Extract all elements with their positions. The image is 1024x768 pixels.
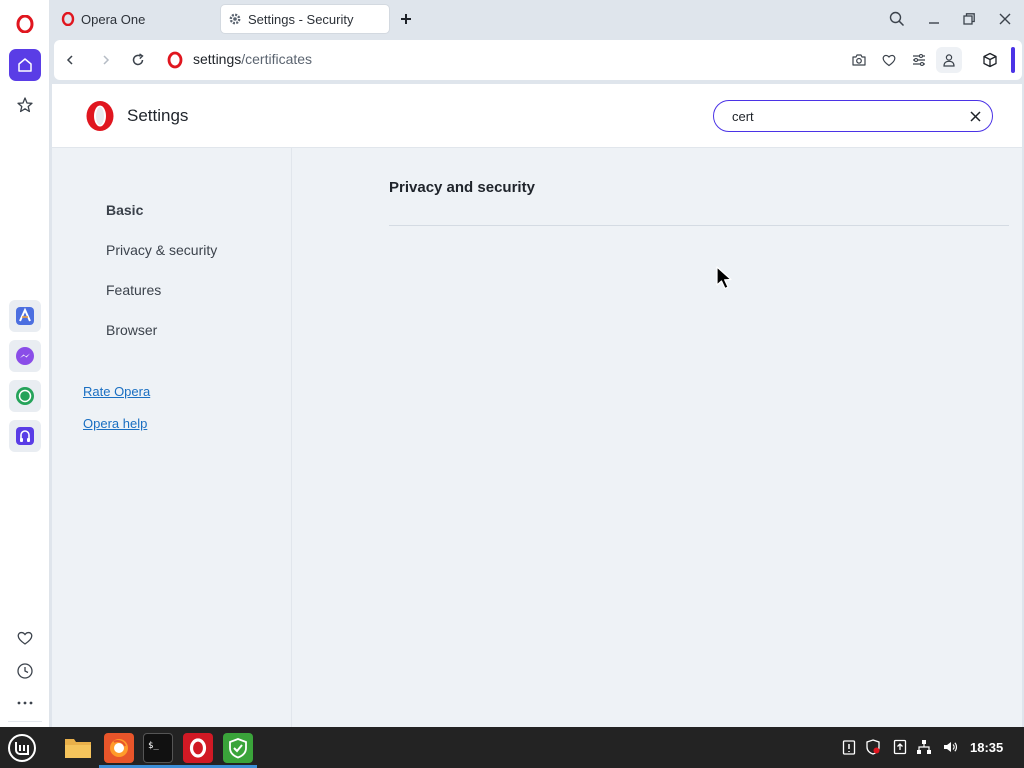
tab-search-button[interactable] — [887, 9, 907, 29]
mint-logo-icon — [8, 734, 36, 762]
sidebar-aria-button[interactable] — [9, 300, 41, 332]
taskbar-shield-app[interactable] — [223, 733, 253, 763]
heart-icon — [17, 631, 33, 645]
cube-icon — [983, 52, 997, 68]
nav-item-basic[interactable]: Basic — [106, 202, 143, 218]
opera-sidebar — [0, 0, 50, 727]
sliders-icon — [913, 53, 925, 67]
settings-nav: Basic Privacy & security Features Browse… — [52, 148, 292, 727]
opera-logo-icon — [16, 15, 34, 33]
start-menu-button[interactable] — [6, 732, 38, 764]
back-button[interactable] — [60, 50, 80, 70]
opera-icon — [189, 738, 207, 758]
tray-update-icon[interactable] — [892, 739, 908, 755]
search-icon — [889, 11, 905, 27]
clock-icon — [17, 663, 33, 679]
bookmark-button[interactable] — [879, 50, 899, 70]
sidebar-messenger-button[interactable] — [9, 340, 41, 372]
opera-logo-icon — [60, 11, 76, 27]
sidebar-pinboards-button[interactable] — [9, 89, 41, 121]
firefox-icon — [110, 739, 128, 757]
address-field[interactable]: settings/certificates — [193, 51, 312, 67]
rate-opera-link[interactable]: Rate Opera — [83, 384, 150, 399]
sidebar-favorites-button[interactable] — [9, 622, 41, 654]
tray-clipboard-icon[interactable] — [841, 739, 857, 755]
sidebar-divider — [8, 721, 42, 722]
heart-icon — [882, 54, 896, 67]
taskbar-terminal[interactable]: $_ — [143, 733, 173, 763]
settings-header: Settings — [52, 84, 1022, 148]
tray-shield-icon[interactable] — [865, 739, 881, 755]
restore-icon — [963, 13, 975, 25]
sidebar-more-button[interactable] — [9, 687, 41, 719]
reload-button[interactable] — [128, 50, 148, 70]
profile-button[interactable] — [936, 47, 962, 73]
svg-text:$_: $_ — [148, 741, 159, 751]
close-icon — [969, 110, 981, 122]
plus-icon — [401, 14, 411, 24]
address-toolbar: settings/certificates — [54, 40, 1022, 80]
sidebar-music-button[interactable] — [9, 420, 41, 452]
close-window-button[interactable] — [995, 9, 1015, 29]
tab-label: Settings - Security — [248, 11, 354, 27]
minimize-icon — [929, 22, 939, 24]
opera-menu-button[interactable] — [9, 8, 41, 40]
gear-icon — [227, 11, 243, 27]
tab-label: Opera One — [81, 11, 146, 27]
tray-network-icon[interactable] — [916, 739, 932, 755]
mouse-cursor-icon — [716, 266, 734, 290]
home-icon — [18, 58, 32, 72]
taskbar-firefox[interactable] — [104, 733, 134, 763]
aria-icon — [16, 307, 34, 325]
tab-opera-one[interactable]: Opera One — [56, 5, 216, 33]
extensions-button[interactable] — [980, 50, 1000, 70]
maximize-button[interactable] — [959, 9, 979, 29]
sidebar-toggle-indicator[interactable] — [1011, 47, 1015, 73]
search-input[interactable] — [732, 107, 952, 125]
taskbar-clock[interactable]: 18:35 — [970, 740, 1003, 755]
taskbar: $_ 18:35 — [0, 727, 1024, 768]
reload-icon — [132, 53, 144, 66]
minimize-button[interactable] — [924, 9, 944, 29]
folder-icon — [65, 739, 91, 758]
opera-help-link[interactable]: Opera help — [83, 416, 147, 431]
settings-page: Settings Basic Privacy & security Featur… — [52, 84, 1022, 727]
url-host: settings — [193, 51, 242, 67]
taskbar-file-manager[interactable] — [63, 733, 93, 763]
tab-strip: Opera One Settings - Security — [50, 0, 1024, 38]
new-tab-button[interactable] — [397, 10, 415, 28]
sidebar-history-button[interactable] — [9, 655, 41, 687]
more-dots-icon — [17, 701, 33, 705]
tray-volume-icon[interactable] — [942, 739, 958, 755]
clear-search-button[interactable] — [968, 109, 982, 123]
terminal-icon: $_ — [148, 741, 159, 751]
nav-item-browser[interactable]: Browser — [106, 322, 157, 338]
sidebar-whatsapp-button[interactable] — [9, 380, 41, 412]
close-icon — [999, 13, 1011, 25]
opera-logo-icon — [166, 51, 184, 69]
settings-search — [713, 100, 993, 132]
whatsapp-icon — [16, 387, 34, 405]
messenger-icon — [16, 347, 34, 365]
section-title: Privacy and security — [389, 179, 535, 196]
sidebar-home-button[interactable] — [9, 49, 41, 81]
snapshot-button[interactable] — [849, 50, 869, 70]
easy-setup-button[interactable] — [909, 50, 929, 70]
star-icon — [17, 97, 33, 113]
opera-logo-icon — [83, 99, 117, 133]
tab-settings-security[interactable]: Settings - Security — [221, 5, 389, 33]
shield-app-icon — [229, 738, 247, 759]
camera-icon — [852, 54, 866, 66]
chevron-left-icon — [66, 55, 73, 65]
taskbar-opera[interactable] — [183, 733, 213, 763]
nav-item-privacy-security[interactable]: Privacy & security — [106, 242, 217, 258]
forward-button[interactable] — [96, 50, 116, 70]
page-title: Settings — [127, 106, 189, 125]
chevron-right-icon — [103, 55, 110, 65]
nav-item-features[interactable]: Features — [106, 282, 161, 298]
url-path: /certificates — [241, 51, 313, 67]
music-player-icon — [16, 427, 34, 445]
user-icon — [943, 54, 955, 67]
section-divider — [389, 225, 1009, 226]
